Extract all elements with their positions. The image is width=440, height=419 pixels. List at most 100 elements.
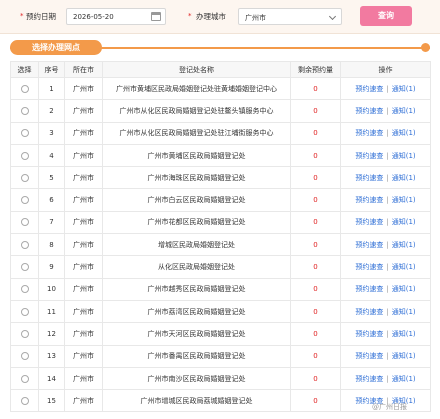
row-city: 广州市 — [64, 99, 103, 123]
watermark: @广州日报 — [372, 403, 407, 411]
radio-button[interactable] — [20, 196, 29, 205]
table-row: 11 广州市 广州市荔湾区民政局婚姻登记处 0 预约速查 | 通知(1) — [10, 299, 431, 324]
row-remaining: 0 — [290, 277, 341, 301]
col-header-no: 序号 — [38, 61, 65, 78]
row-actions: 预约速查 | 通知(1) — [340, 322, 431, 346]
section-title: 选择办理网点 — [10, 40, 102, 55]
date-label: 预约日期 — [26, 12, 56, 21]
row-number: 15 — [38, 389, 65, 413]
action-separator: | — [386, 173, 389, 182]
book-link[interactable]: 预约速查 — [355, 152, 383, 160]
row-remaining: 0 — [290, 76, 341, 101]
row-office-name: 广州市增城区民政局荔城婚姻登记处 — [102, 389, 291, 413]
row-city: 广州市 — [64, 389, 103, 413]
row-city: 广州市 — [64, 166, 103, 190]
notice-link[interactable]: 通知(1) — [392, 263, 416, 271]
book-link[interactable]: 预约速查 — [355, 241, 383, 249]
row-city: 广州市 — [64, 322, 103, 346]
row-number: 4 — [38, 143, 65, 168]
table-header-row: 选择 序号 所在市 登记处名称 剩余预约量 操作 — [10, 61, 431, 78]
row-actions: 预约速查 | 通知(1) — [340, 344, 431, 368]
row-number: 3 — [38, 121, 65, 145]
action-separator: | — [386, 106, 389, 115]
radio-button[interactable] — [20, 106, 29, 115]
book-link[interactable]: 预约速查 — [355, 107, 383, 115]
notice-link[interactable]: 通知(1) — [392, 330, 416, 338]
radio-button[interactable] — [20, 218, 29, 227]
row-number: 11 — [38, 299, 65, 324]
row-actions: 预约速查 | 通知(1) — [340, 143, 431, 168]
select-cell — [10, 166, 39, 190]
row-office-name: 广州市从化区民政局婚姻登记处驻鳌头镇服务中心 — [102, 99, 291, 123]
table-row: 3 广州市 广州市从化区民政局婚姻登记处驻江埔街服务中心 0 预约速查 | 通知(1) — [10, 121, 431, 145]
book-link[interactable]: 预约速查 — [355, 174, 383, 182]
table-row: 7 广州市 广州市花都区民政局婚姻登记处 0 预约速查 | 通知(1) — [10, 210, 431, 235]
radio-button[interactable] — [20, 151, 29, 160]
book-link[interactable]: 预约速查 — [355, 375, 383, 383]
action-separator: | — [386, 151, 389, 160]
date-input[interactable]: 2026-05-20 — [66, 8, 166, 25]
notice-link[interactable]: 通知(1) — [392, 152, 416, 160]
row-office-name: 广州市天河区民政局婚姻登记处 — [102, 322, 291, 346]
book-link[interactable]: 预约速查 — [355, 330, 383, 338]
city-select[interactable]: 广州市 — [238, 8, 342, 25]
notice-link[interactable]: 通知(1) — [392, 308, 416, 316]
notice-link[interactable]: 通知(1) — [392, 241, 416, 249]
radio-button[interactable] — [20, 173, 29, 182]
col-header-remaining: 剩余预约量 — [290, 61, 341, 78]
action-separator: | — [386, 263, 389, 272]
book-link[interactable]: 预约速查 — [355, 308, 383, 316]
row-office-name: 广州市越秀区民政局婚姻登记处 — [102, 277, 291, 301]
book-link[interactable]: 预约速查 — [355, 218, 383, 226]
query-button[interactable]: 查询 — [360, 6, 412, 26]
radio-button[interactable] — [20, 285, 29, 294]
row-city: 广州市 — [64, 277, 103, 301]
row-number: 12 — [38, 322, 65, 346]
notice-link[interactable]: 通知(1) — [392, 196, 416, 204]
row-remaining: 0 — [290, 166, 341, 190]
row-remaining: 0 — [290, 255, 341, 279]
notice-link[interactable]: 通知(1) — [392, 218, 416, 226]
notice-link[interactable]: 通知(1) — [392, 285, 416, 293]
row-actions: 预约速查 | 通知(1) — [340, 366, 431, 391]
row-number: 10 — [38, 277, 65, 301]
section-header: 选择办理网点 — [10, 40, 430, 55]
radio-button[interactable] — [20, 396, 29, 405]
radio-button[interactable] — [20, 352, 29, 361]
radio-button[interactable] — [20, 240, 29, 249]
book-link[interactable]: 预约速查 — [355, 285, 383, 293]
notice-link[interactable]: 通知(1) — [392, 174, 416, 182]
notice-link[interactable]: 通知(1) — [392, 107, 416, 115]
book-link[interactable]: 预约速查 — [355, 352, 383, 360]
radio-button[interactable] — [20, 84, 29, 93]
row-remaining: 0 — [290, 389, 341, 413]
table-row: 5 广州市 广州市海珠区民政局婚姻登记处 0 预约速查 | 通知(1) — [10, 166, 431, 190]
notice-link[interactable]: 通知(1) — [392, 375, 416, 383]
row-city: 广州市 — [64, 299, 103, 324]
select-cell — [10, 322, 39, 346]
row-actions: 预约速查 | 通知(1) — [340, 76, 431, 101]
select-cell — [10, 277, 39, 301]
book-link[interactable]: 预约速查 — [355, 196, 383, 204]
select-cell — [10, 210, 39, 235]
radio-button[interactable] — [20, 307, 29, 316]
calendar-icon[interactable] — [151, 12, 161, 21]
notice-link[interactable]: 通知(1) — [392, 85, 416, 93]
row-remaining: 0 — [290, 344, 341, 368]
notice-link[interactable]: 通知(1) — [392, 352, 416, 360]
radio-button[interactable] — [20, 263, 29, 272]
action-separator: | — [386, 329, 389, 338]
table-row: 8 广州市 增城区民政局婚姻登记处 0 预约速查 | 通知(1) — [10, 233, 431, 257]
office-table: 选择 序号 所在市 登记处名称 剩余预约量 操作 1 广州市 广州市黄埔区民政局婚姻… — [10, 61, 431, 413]
select-cell — [10, 188, 39, 212]
table-row: 6 广州市 广州市白云区民政局婚姻登记处 0 预约速查 | 通知(1) — [10, 188, 431, 212]
radio-button[interactable] — [20, 329, 29, 338]
radio-button[interactable] — [20, 129, 29, 138]
book-link[interactable]: 预约速查 — [355, 85, 383, 93]
action-separator: | — [386, 352, 389, 361]
notice-link[interactable]: 通知(1) — [392, 129, 416, 137]
book-link[interactable]: 预约速查 — [355, 263, 383, 271]
radio-button[interactable] — [20, 374, 29, 383]
book-link[interactable]: 预约速查 — [355, 129, 383, 137]
row-remaining: 0 — [290, 322, 341, 346]
